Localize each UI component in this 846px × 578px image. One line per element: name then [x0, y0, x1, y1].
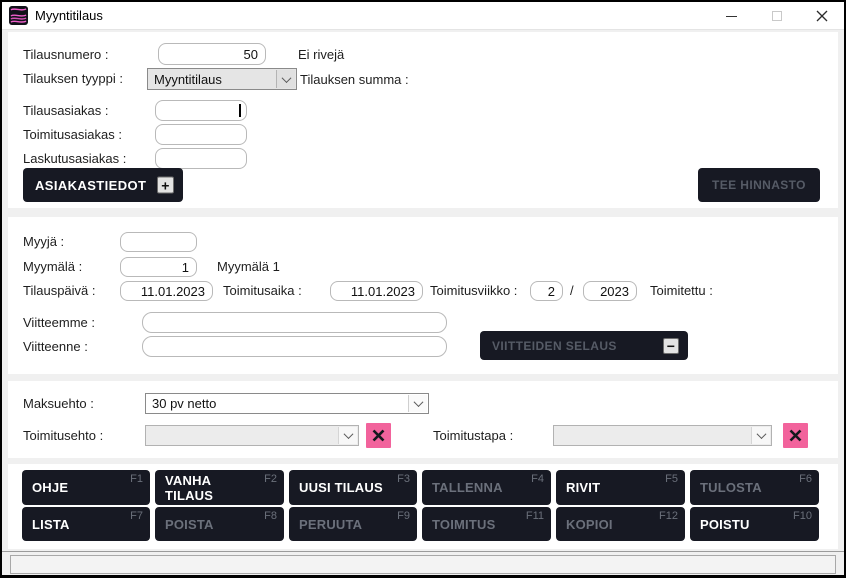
maksuehto-dropdown[interactable]: 30 pv netto	[145, 393, 429, 414]
toimitusasiakas-input[interactable]	[155, 124, 247, 145]
viitteenne-label: Viitteenne :	[23, 336, 88, 357]
order-header-panel: Tilausnumero : Ei rivejä Tilauksen tyypp…	[8, 32, 838, 208]
tilauksen-tyyppi-dropdown[interactable]: Myyntitilaus	[147, 68, 297, 90]
chevron-down-icon	[338, 427, 357, 444]
viitteemme-label: Viitteemme :	[23, 312, 95, 333]
maximize-icon	[772, 11, 782, 21]
tilausnumero-input[interactable]	[158, 43, 266, 65]
toimitusviikko-label: Toimitusviikko :	[430, 281, 517, 301]
toimitusehto-clear-button[interactable]	[366, 423, 391, 448]
toimitusehto-dropdown[interactable]	[145, 425, 359, 446]
viikko-separator: /	[570, 281, 574, 301]
fkey-label: F10	[793, 510, 812, 522]
plus-icon: +	[157, 177, 174, 194]
function-button-panel: OHJEF1 VANHA TILAUSF2 UUSI TILAUSF3 TALL…	[8, 464, 838, 549]
x-icon	[789, 429, 802, 442]
terms-panel: Maksuehto : 30 pv netto Toimitusehto : T…	[8, 381, 838, 458]
window-title: Myyntitilaus	[35, 2, 103, 30]
fkey-label: F5	[665, 473, 678, 485]
tulosta-button[interactable]: TULOSTAF6	[690, 470, 819, 505]
status-bar	[10, 555, 836, 574]
toimitustapa-label: Toimitustapa :	[433, 425, 513, 446]
chevron-down-icon	[408, 395, 427, 412]
minimize-icon	[726, 16, 737, 17]
chevron-down-icon	[751, 427, 770, 444]
laskutusasiakas-label: Laskutusasiakas :	[23, 148, 126, 169]
order-detail-panel: Myyjä : Myymälä : Myymälä 1 Tilauspäivä …	[8, 217, 838, 374]
lista-button[interactable]: LISTAF7	[22, 507, 150, 541]
myymala-label: Myymälä :	[23, 257, 82, 277]
tee-hinnasto-button[interactable]: TEE HINNASTO	[698, 168, 820, 202]
tilausasiakas-input[interactable]	[155, 100, 247, 121]
fkey-label: F3	[397, 473, 410, 485]
toimitusviikko-input[interactable]	[530, 281, 563, 301]
toimitustapa-clear-button[interactable]	[783, 423, 808, 448]
fkey-label: F6	[799, 473, 812, 485]
peruuta-button[interactable]: PERUUTAF9	[289, 507, 417, 541]
tilausnumero-label: Tilausnumero :	[23, 44, 109, 66]
vanha-tilaus-button[interactable]: VANHA TILAUSF2	[155, 470, 284, 505]
minimize-button[interactable]	[709, 2, 754, 30]
x-icon	[372, 429, 385, 442]
close-button[interactable]	[799, 2, 844, 30]
myyja-input[interactable]	[120, 232, 197, 252]
ei-riveja-label: Ei rivejä	[298, 44, 344, 66]
myymala-name-label: Myymälä 1	[217, 257, 280, 277]
viitteenne-input[interactable]	[142, 336, 447, 357]
toimitusehto-label: Toimitusehto :	[23, 425, 103, 446]
toimitustapa-dropdown[interactable]	[553, 425, 772, 446]
maximize-button[interactable]	[754, 2, 799, 30]
app-logo-icon	[9, 6, 28, 25]
tilauspaiva-label: Tilauspäivä :	[23, 281, 96, 301]
close-icon	[816, 10, 828, 22]
asiakastiedot-button[interactable]: ASIAKASTIEDOT +	[23, 168, 183, 202]
toimitusaika-input[interactable]	[330, 281, 423, 301]
myyja-label: Myyjä :	[23, 232, 64, 252]
tilauksen-tyyppi-label: Tilauksen tyyppi :	[23, 68, 123, 90]
rivit-button[interactable]: RIVITF5	[556, 470, 685, 505]
minus-icon: −	[663, 338, 679, 354]
viitteiden-selaus-button[interactable]: VIITTEIDEN SELAUS −	[480, 331, 688, 360]
fkey-label: F12	[659, 510, 678, 522]
toimitusvuosi-input[interactable]	[583, 281, 637, 301]
fkey-label: F8	[264, 510, 277, 522]
fkey-label: F7	[130, 510, 143, 522]
viitteemme-input[interactable]	[142, 312, 447, 333]
myymala-input[interactable]	[120, 257, 197, 277]
uusi-tilaus-button[interactable]: UUSI TILAUSF3	[289, 470, 417, 505]
laskutusasiakas-input[interactable]	[155, 148, 247, 169]
poista-button[interactable]: POISTAF8	[155, 507, 284, 541]
toimitusasiakas-label: Toimitusasiakas :	[23, 124, 122, 145]
kopioi-button[interactable]: KOPIOIF12	[556, 507, 685, 541]
fkey-label: F9	[397, 510, 410, 522]
myyntitilaus-window: Myyntitilaus Tilausnumero : Ei rivejä Ti…	[0, 0, 846, 578]
tilausasiakas-label: Tilausasiakas :	[23, 100, 109, 121]
poistu-button[interactable]: POISTUF10	[690, 507, 819, 541]
fkey-label: F1	[130, 473, 143, 485]
fkey-label: F11	[526, 510, 544, 522]
fkey-label: F4	[531, 473, 544, 485]
chevron-down-icon	[276, 70, 295, 88]
title-bar: Myyntitilaus	[2, 2, 844, 30]
fkey-label: F2	[264, 473, 277, 485]
tilauspaiva-input[interactable]	[120, 281, 213, 301]
ohje-button[interactable]: OHJEF1	[22, 470, 150, 505]
maksuehto-label: Maksuehto :	[23, 393, 94, 414]
tilauksen-summa-label: Tilauksen summa :	[300, 69, 409, 91]
toimitusaika-label: Toimitusaika :	[223, 281, 302, 301]
toimitus-button[interactable]: TOIMITUSF11	[422, 507, 551, 541]
tallenna-button[interactable]: TALLENNAF4	[422, 470, 551, 505]
toimitettu-label: Toimitettu :	[650, 281, 713, 301]
bottom-divider	[2, 551, 844, 552]
text-cursor	[239, 104, 241, 117]
